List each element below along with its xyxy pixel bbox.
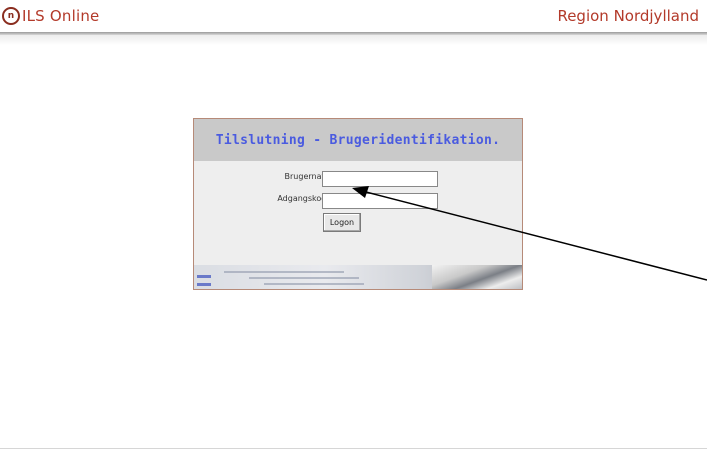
arrow-line bbox=[365, 191, 707, 281]
arrow-annotation bbox=[352, 186, 707, 281]
arrow-head bbox=[352, 186, 369, 198]
bottom-divider bbox=[0, 448, 707, 449]
